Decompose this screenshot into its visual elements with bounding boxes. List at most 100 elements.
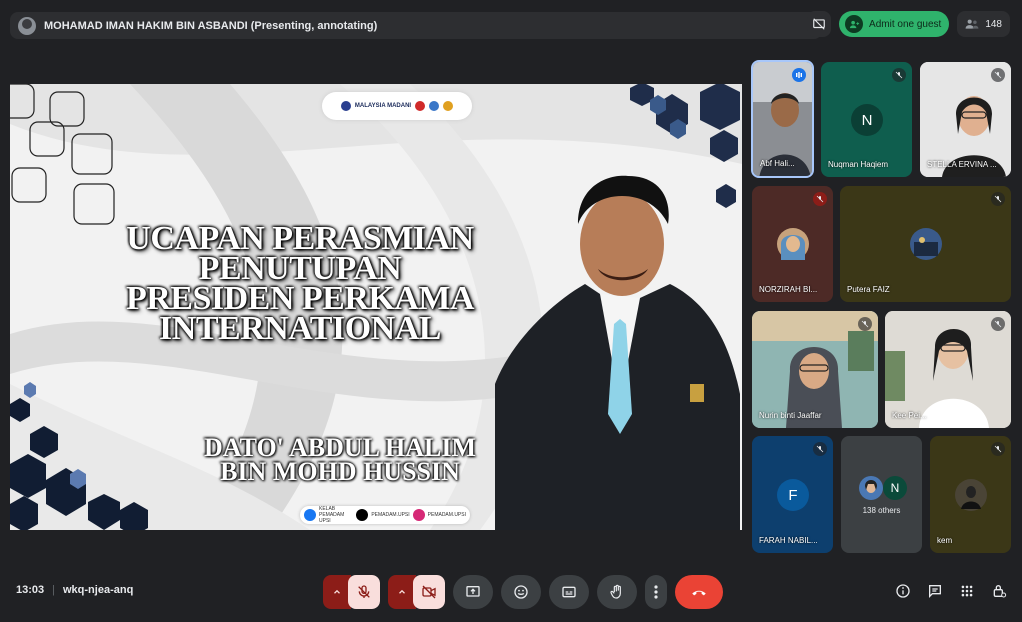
audio-options-button[interactable] bbox=[323, 575, 351, 609]
participant-avatar bbox=[955, 479, 987, 511]
university-logo-icon bbox=[415, 101, 426, 111]
others-tile[interactable]: N 138 others bbox=[841, 436, 922, 553]
activities-button[interactable] bbox=[958, 582, 976, 600]
mic-off-icon bbox=[991, 442, 1005, 456]
participant-name: kem bbox=[937, 536, 953, 545]
malaysia-madani-logo-icon bbox=[340, 101, 351, 111]
mic-off-icon bbox=[991, 317, 1005, 331]
info-icon bbox=[896, 584, 910, 598]
others-letter-avatar: N bbox=[883, 476, 907, 500]
leave-call-button[interactable] bbox=[675, 575, 723, 609]
participant-tile[interactable]: Nurin binti Jaaffar bbox=[752, 311, 878, 428]
tiktok-icon bbox=[356, 509, 369, 521]
participant-name: Kee Pei... bbox=[892, 411, 927, 420]
participant-tile[interactable]: Abf Hali... bbox=[751, 60, 814, 178]
participant-tile[interactable]: Kee Pei... bbox=[885, 311, 1011, 428]
participant-tile[interactable]: Putera FAIZ bbox=[840, 186, 1011, 302]
participant-name: Putera FAIZ bbox=[847, 285, 890, 294]
mic-off-icon bbox=[813, 442, 827, 456]
participant-avatar: F bbox=[777, 479, 809, 511]
captions-icon bbox=[562, 586, 576, 598]
ekk-logo-icon bbox=[429, 101, 440, 111]
mic-off-icon bbox=[892, 68, 906, 82]
social-instagram: PEMADAM.UPSI bbox=[427, 512, 466, 518]
person-add-icon bbox=[845, 15, 864, 33]
social-tiktok: PEMADAM.UPSI bbox=[371, 512, 410, 518]
slide-speaker-name: DATO' ABDUL HALIM BIN MOHD HUSSIN bbox=[170, 435, 510, 486]
camera-toggle-button[interactable] bbox=[413, 575, 445, 609]
side-panel-controls bbox=[894, 582, 1008, 600]
participant-name: Abf Hali... bbox=[760, 159, 795, 168]
participant-avatar bbox=[777, 228, 809, 260]
participant-name: NORZIRAH BI... bbox=[759, 285, 818, 294]
present-icon bbox=[466, 586, 480, 597]
presenting-banner: MOHAMAD IMAN HAKIM BIN ASBANDI (Presenti… bbox=[10, 12, 822, 39]
mic-off-icon bbox=[358, 585, 370, 598]
slide-title-line: INTERNATIONAL bbox=[159, 310, 441, 347]
others-avatar-icon bbox=[859, 476, 883, 500]
camera-control bbox=[388, 575, 445, 609]
present-off-icon bbox=[813, 18, 825, 30]
end-call-icon bbox=[692, 590, 706, 596]
call-controls bbox=[323, 575, 723, 609]
meeting-details-button[interactable] bbox=[894, 582, 912, 600]
participant-name: FARAH NABIL... bbox=[759, 536, 818, 545]
mic-off-icon bbox=[991, 68, 1005, 82]
top-right-controls: Admit one guest 148 bbox=[807, 11, 1010, 37]
host-controls-button[interactable] bbox=[990, 582, 1008, 600]
participant-name: STELLA ERVINA ... bbox=[927, 160, 997, 169]
others-count-label: 138 others bbox=[862, 506, 901, 515]
stop-presenting-button[interactable] bbox=[807, 11, 832, 37]
presenter-avatar-icon bbox=[18, 16, 36, 35]
video-off-icon bbox=[422, 585, 436, 599]
microphone-toggle-button[interactable] bbox=[348, 575, 380, 609]
chat-button[interactable] bbox=[926, 582, 944, 600]
mic-control bbox=[323, 575, 380, 609]
clock: 13:03 bbox=[16, 584, 45, 596]
participant-tile[interactable]: kem bbox=[930, 436, 1011, 553]
logo-text: MALAYSIA MADANI bbox=[354, 103, 412, 109]
people-button[interactable]: 148 bbox=[957, 11, 1010, 37]
chat-icon bbox=[929, 585, 941, 598]
mic-off-icon bbox=[991, 192, 1005, 206]
chevron-up-icon bbox=[399, 589, 405, 594]
presentation-stage[interactable]: MALAYSIA MADANI UCAPAN PERASMIAN PENUTUP… bbox=[10, 84, 742, 530]
slide-title: UCAPAN PERASMIAN PENUTUPAN PRESIDEN PERK… bbox=[100, 222, 500, 347]
social-facebook: KELAB PEMADAM UPSI bbox=[319, 506, 345, 524]
meeting-details: 13:03 | wkq-njea-anq bbox=[16, 584, 133, 596]
present-now-button[interactable] bbox=[453, 575, 493, 609]
participant-tile[interactable]: NORZIRAH BI... bbox=[752, 186, 833, 302]
meeting-code: wkq-njea-anq bbox=[63, 584, 134, 596]
video-options-button[interactable] bbox=[388, 575, 416, 609]
host-controls-icon bbox=[993, 585, 1007, 598]
participant-name: Nurin binti Jaaffar bbox=[759, 411, 822, 420]
emoji-icon bbox=[514, 585, 528, 599]
mic-off-icon bbox=[858, 317, 872, 331]
more-options-button[interactable] bbox=[645, 575, 667, 609]
slide-name-line: BIN MOHD HUSSIN bbox=[220, 457, 460, 486]
participant-count: 148 bbox=[985, 18, 1002, 30]
admit-guest-label: Admit one guest bbox=[869, 18, 942, 30]
chevron-up-icon bbox=[334, 589, 340, 594]
instagram-icon bbox=[412, 509, 425, 521]
speaking-indicator-icon bbox=[792, 68, 806, 82]
participant-avatar bbox=[910, 228, 942, 260]
participant-tile[interactable]: N Nuqman Haqiem bbox=[821, 62, 912, 177]
divider: | bbox=[52, 584, 55, 596]
people-icon bbox=[965, 19, 979, 29]
raise-hand-button[interactable] bbox=[597, 575, 637, 609]
participant-avatar: N bbox=[851, 104, 883, 136]
activities-icon bbox=[961, 585, 973, 597]
reactions-button[interactable] bbox=[501, 575, 541, 609]
facebook-icon bbox=[304, 509, 316, 521]
presenter-label: MOHAMAD IMAN HAKIM BIN ASBANDI (Presenti… bbox=[44, 19, 378, 32]
mic-off-icon bbox=[813, 192, 827, 206]
participant-tile[interactable]: F FARAH NABIL... bbox=[752, 436, 833, 553]
slide-logo-strip: MALAYSIA MADANI bbox=[322, 92, 472, 120]
raise-hand-icon bbox=[610, 584, 621, 599]
participant-name: Nuqman Haqiem bbox=[828, 160, 889, 169]
admit-guest-button[interactable]: Admit one guest bbox=[839, 11, 950, 37]
captions-button[interactable] bbox=[549, 575, 589, 609]
more-icon bbox=[654, 585, 658, 599]
participant-tile[interactable]: STELLA ERVINA ... bbox=[920, 62, 1011, 177]
